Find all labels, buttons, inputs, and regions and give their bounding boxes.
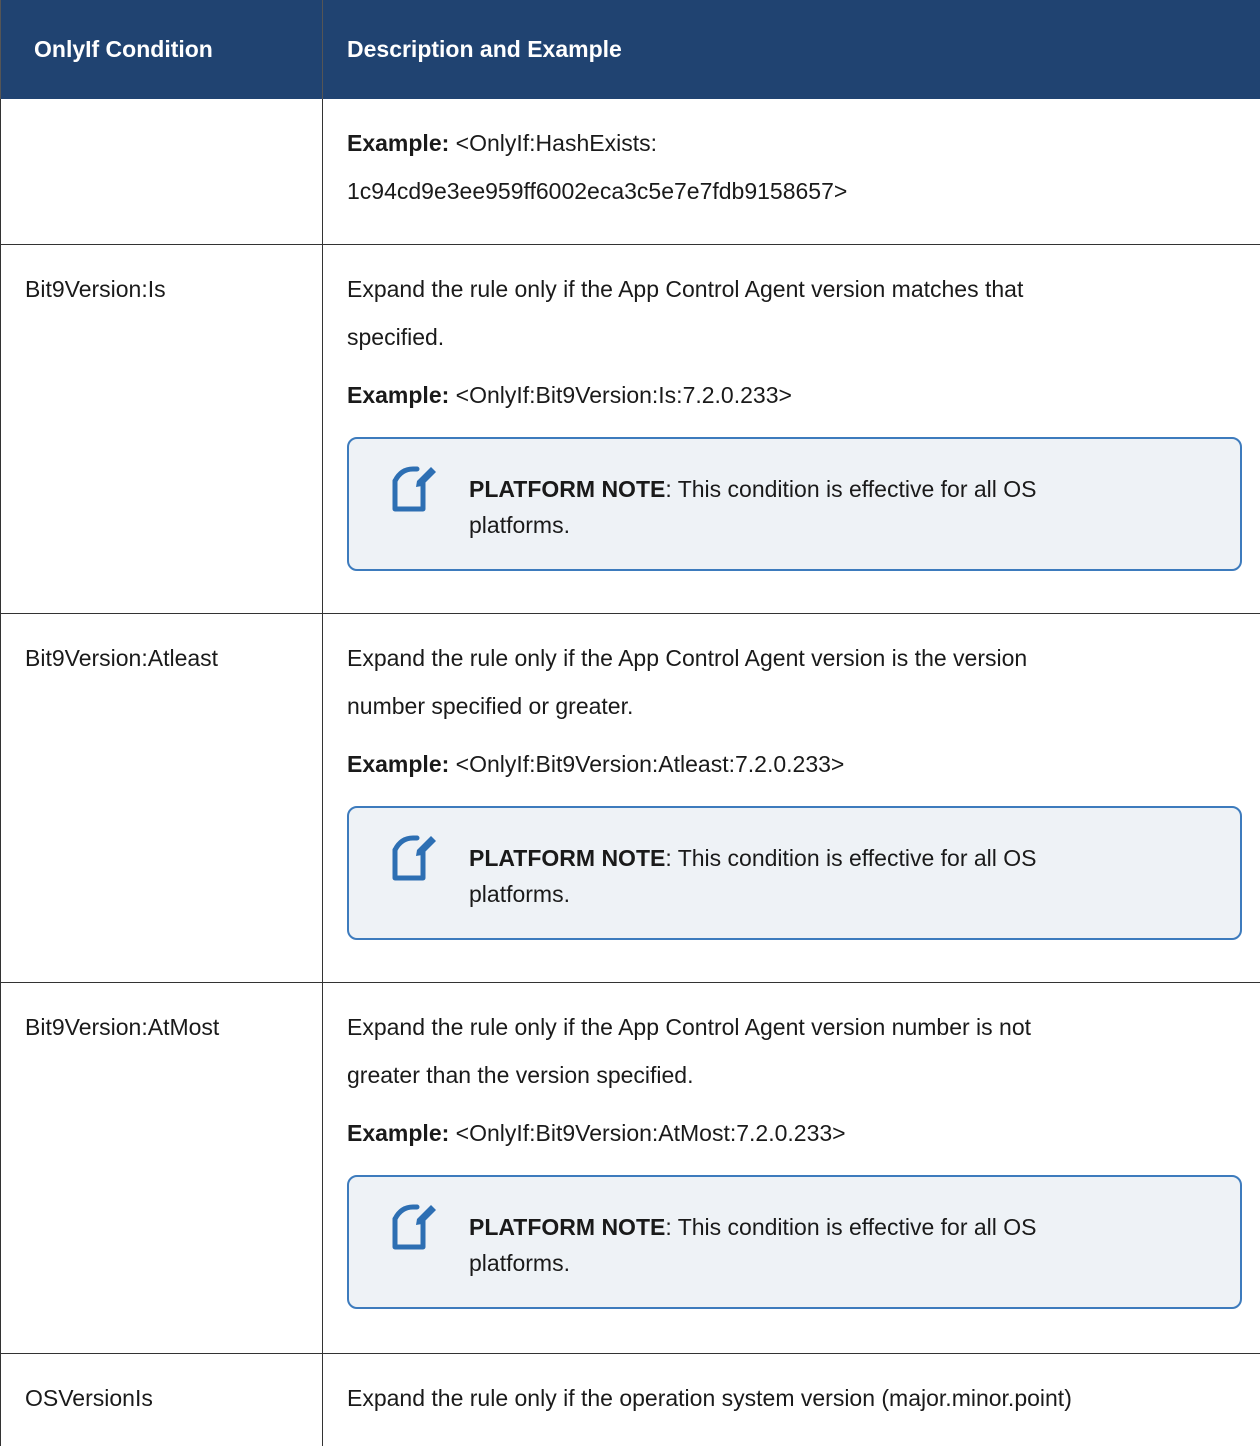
platform-note: PLATFORM NOTE: This condition is effecti… (347, 1174, 1242, 1309)
condition-cell: Bit9Version:AtMost (0, 982, 323, 1354)
description-cell: Expand the rule only if the App Control … (322, 244, 1260, 614)
platform-note: PLATFORM NOTE: This condition is effecti… (347, 805, 1242, 940)
example-value: <OnlyIf:HashExists: (449, 130, 657, 156)
table-row: OSVersionIs Expand the rule only if the … (0, 1353, 1260, 1446)
example-label: Example: (347, 750, 450, 777)
table-header-row: OnlyIf Condition Description and Example (0, 0, 1260, 99)
note-text: PLATFORM NOTE: This condition is effecti… (469, 828, 1037, 912)
note-label: PLATFORM NOTE (469, 844, 666, 871)
condition-cell: Bit9Version:Atleast (0, 613, 323, 983)
example-value: <OnlyIf:Bit9Version:Atleast:7.2.0.233> (449, 750, 845, 777)
note-text: PLATFORM NOTE: This condition is effecti… (469, 459, 1037, 543)
description-line: Expand the rule only if the operation sy… (347, 1384, 1072, 1411)
example-label: Example: (347, 1119, 450, 1146)
condition-cell: OSVersionIs (0, 1353, 323, 1446)
description-cell: Expand the rule only if the App Control … (322, 613, 1260, 983)
onlyif-conditions-table: OnlyIf Condition Description and Example… (0, 0, 1260, 1446)
description-line: greater than the version specified. (347, 1061, 694, 1088)
example-label: Example: (347, 381, 450, 408)
note-body: : This condition is effective for all OS (665, 844, 1037, 871)
table-row: Example: <OnlyIf:HashExists: 1c94cd9e3ee… (0, 99, 1260, 245)
description-cell: Expand the rule only if the operation sy… (322, 1353, 1260, 1446)
note-label: PLATFORM NOTE (469, 475, 666, 502)
description-cell: Example: <OnlyIf:HashExists: 1c94cd9e3ee… (322, 99, 1260, 245)
note-text: PLATFORM NOTE: This condition is effecti… (469, 1197, 1037, 1281)
condition-cell: Bit9Version:Is (0, 244, 323, 614)
note-pencil-icon (392, 835, 436, 880)
example-line: Example: <OnlyIf:Bit9Version:AtMost:7.2.… (347, 1109, 1240, 1157)
example-continuation: 1c94cd9e3ee959ff6002eca3c5e7e7fdb9158657… (347, 178, 848, 204)
example-label: Example: (347, 130, 450, 156)
example-value: <OnlyIf:Bit9Version:Is:7.2.0.233> (449, 381, 792, 408)
description-cell: Expand the rule only if the App Control … (322, 982, 1260, 1354)
note-body-cont: platforms. (469, 1249, 570, 1276)
description-line: Expand the rule only if the App Control … (347, 275, 1024, 302)
table-row: Bit9Version:AtMost Expand the rule only … (0, 982, 1260, 1354)
column-header-description: Description and Example (322, 0, 1260, 99)
note-body-cont: platforms. (469, 880, 570, 907)
table-row: Bit9Version:Atleast Expand the rule only… (0, 613, 1260, 983)
table-row: Bit9Version:Is Expand the rule only if t… (0, 244, 1260, 614)
platform-note: PLATFORM NOTE: This condition is effecti… (347, 436, 1242, 571)
note-body: : This condition is effective for all OS (665, 475, 1037, 502)
note-label: PLATFORM NOTE (469, 1213, 666, 1240)
note-body-cont: platforms. (469, 511, 570, 538)
example-line: Example: <OnlyIf:Bit9Version:Is:7.2.0.23… (347, 371, 1240, 419)
description-line: Expand the rule only if the App Control … (347, 644, 1028, 671)
note-pencil-icon (392, 466, 436, 511)
example-line: Example: <OnlyIf:HashExists: (347, 119, 1240, 167)
example-value: <OnlyIf:Bit9Version:AtMost:7.2.0.233> (449, 1119, 846, 1146)
description-line: specified. (347, 323, 445, 350)
note-body: : This condition is effective for all OS (665, 1213, 1037, 1240)
note-pencil-icon (392, 1204, 436, 1249)
column-header-condition: OnlyIf Condition (0, 0, 323, 99)
description-line: Expand the rule only if the App Control … (347, 1013, 1032, 1040)
condition-cell (0, 99, 323, 245)
example-line: Example: <OnlyIf:Bit9Version:Atleast:7.2… (347, 740, 1240, 788)
description-line: number specified or greater. (347, 692, 634, 719)
